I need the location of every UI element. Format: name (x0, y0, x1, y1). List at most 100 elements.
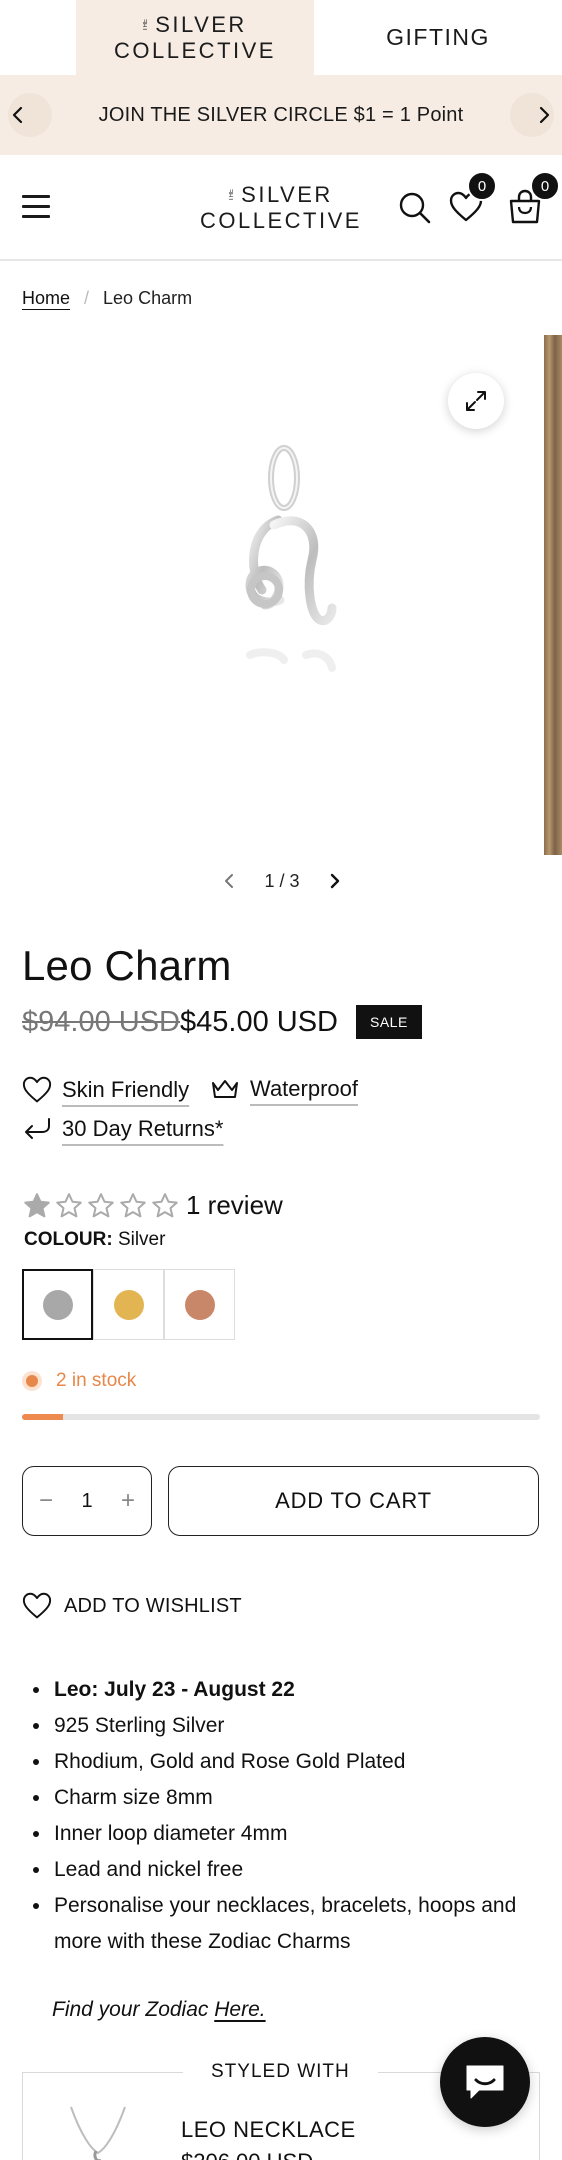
sale-price: $45.00 USD (180, 1005, 338, 1038)
gallery-counter: 1 / 3 (264, 870, 300, 891)
star-filled-icon (24, 1192, 50, 1217)
quantity-decrease-button[interactable]: − (39, 1487, 53, 1515)
logo-line1: SILVER (241, 182, 333, 207)
zoom-button[interactable] (448, 373, 504, 429)
announcement-prev-button[interactable] (0, 93, 52, 137)
stock-status: 2 in stock (22, 1370, 136, 1392)
original-price: $94.00 USD (22, 1005, 180, 1038)
site-header: THE SILVER COLLECTIVE 0 0 (0, 155, 562, 261)
crown-icon (212, 1080, 238, 1098)
logo-line2: COLLECTIVE (114, 37, 276, 63)
necklace-image (70, 2106, 126, 2160)
product-rating[interactable]: 1 review (22, 1190, 283, 1221)
stock-indicator-dot (26, 1375, 38, 1387)
add-to-cart-button[interactable]: ADD TO CART (168, 1466, 539, 1536)
star-empty-icon (120, 1192, 146, 1217)
feature-label: Waterproof (250, 1076, 359, 1101)
colour-swatches (22, 1269, 235, 1340)
product-title: Leo Charm (22, 942, 232, 989)
tab-logo: THE SILVER COLLECTIVE (114, 11, 276, 63)
header-logo[interactable]: THE SILVER COLLECTIVE (200, 184, 362, 232)
sale-badge: SALE (356, 1005, 422, 1039)
feature-waterproof[interactable]: Waterproof (210, 1076, 358, 1102)
detail-item: Leo: July 23 - August 22 (52, 1672, 542, 1708)
announcement-bar: JOIN THE SILVER CIRCLE $1 = 1 Point (0, 75, 562, 155)
feature-skin-friendly[interactable]: Skin Friendly (22, 1076, 189, 1104)
detail-item: 925 Sterling Silver (52, 1708, 542, 1744)
chevron-left-icon (12, 106, 23, 124)
product-details-list: Leo: July 23 - August 22 925 Sterling Si… (52, 1672, 542, 1960)
gallery-pagination: 1 / 3 (222, 866, 342, 896)
detail-item: Charm size 8mm (52, 1780, 542, 1816)
brand-tab-gifting[interactable]: GIFTING (314, 0, 562, 75)
breadcrumb-separator: / (84, 288, 90, 308)
swatch-silver[interactable] (22, 1269, 93, 1340)
leo-charm-image (245, 445, 337, 672)
stock-text: 2 in stock (56, 1370, 137, 1391)
wishlist-button[interactable]: 0 (449, 171, 497, 228)
product-image[interactable] (220, 440, 360, 745)
rating-stars (22, 1191, 180, 1221)
necklace-thumbnail[interactable] (63, 2105, 133, 2160)
stock-progress-fill (22, 1414, 64, 1420)
swatch-dot (113, 1289, 144, 1320)
swatch-gold[interactable] (93, 1269, 164, 1340)
logo-line1: SILVER (155, 11, 247, 37)
feature-label: 30 Day Returns* (62, 1116, 224, 1141)
star-empty-icon (88, 1192, 114, 1217)
zodiac-link[interactable]: Here. (214, 1998, 265, 2021)
quantity-increase-button[interactable]: + (121, 1487, 135, 1515)
star-empty-icon (152, 1192, 178, 1217)
colour-label: COLOUR: Silver (24, 1229, 166, 1250)
zodiac-prefix: Find your Zodiac (52, 1998, 215, 2021)
heart-icon (22, 1592, 52, 1619)
logo-line2: COLLECTIVE (200, 208, 362, 233)
detail-item: Personalise your necklaces, bracelets, h… (52, 1888, 542, 1960)
star-empty-icon (56, 1192, 82, 1217)
announcement-text[interactable]: JOIN THE SILVER CIRCLE $1 = 1 Point (99, 104, 464, 127)
zodiac-line: Find your Zodiac Here. (52, 1998, 266, 2022)
next-slide-peek[interactable] (544, 335, 562, 855)
styled-with-heading: STYLED WITH (183, 2061, 378, 2083)
breadcrumb-home-link[interactable]: Home (22, 288, 70, 309)
chat-button[interactable] (440, 2037, 530, 2127)
search-button[interactable] (398, 191, 432, 230)
quantity-value[interactable]: 1 (81, 1490, 92, 1513)
swatch-rose-gold[interactable] (164, 1269, 235, 1340)
detail-item: Rhodium, Gold and Rose Gold Plated (52, 1744, 542, 1780)
add-to-wishlist-button[interactable]: ADD TO WISHLIST (22, 1592, 242, 1620)
menu-button[interactable] (22, 195, 52, 219)
brand-tabs-spacer (0, 0, 76, 75)
product-gallery[interactable] (0, 335, 562, 855)
gallery-prev-icon[interactable] (222, 872, 236, 890)
styled-item-price: $206.00 USD (181, 2149, 313, 2160)
quantity-stepper: − 1 + (22, 1466, 152, 1536)
search-icon (399, 192, 431, 224)
swatch-dot (184, 1289, 215, 1320)
stock-progress-bar (22, 1414, 540, 1420)
chat-bubble-icon (466, 2065, 504, 2099)
announcement-next-button[interactable] (510, 93, 562, 137)
logo-the: THE (143, 18, 150, 31)
feature-label: Skin Friendly (62, 1077, 190, 1102)
heart-icon (22, 1076, 52, 1103)
styled-item-name[interactable]: LEO NECKLACE (181, 2117, 356, 2143)
detail-item: Inner loop diameter 4mm (52, 1816, 542, 1852)
logo-the: THE (229, 189, 236, 201)
colour-value: Silver (117, 1229, 166, 1250)
breadcrumb-current: Leo Charm (103, 288, 193, 308)
wishlist-label: ADD TO WISHLIST (64, 1594, 242, 1617)
wishlist-count-badge: 0 (467, 171, 497, 201)
gallery-next-icon[interactable] (328, 872, 342, 890)
breadcrumb: Home / Leo Charm (22, 288, 192, 309)
chevron-right-icon (539, 106, 550, 124)
expand-icon (466, 391, 486, 411)
cart-count-badge: 0 (530, 171, 560, 201)
review-count[interactable]: 1 review (186, 1190, 283, 1221)
brand-tab-silver-collective[interactable]: THE SILVER COLLECTIVE (76, 0, 314, 75)
swatch-dot (42, 1289, 73, 1320)
detail-item: Lead and nickel free (52, 1852, 542, 1888)
feature-returns[interactable]: 30 Day Returns* (22, 1116, 223, 1142)
cart-button[interactable]: 0 (508, 171, 560, 230)
return-arrow-icon (25, 1118, 50, 1139)
